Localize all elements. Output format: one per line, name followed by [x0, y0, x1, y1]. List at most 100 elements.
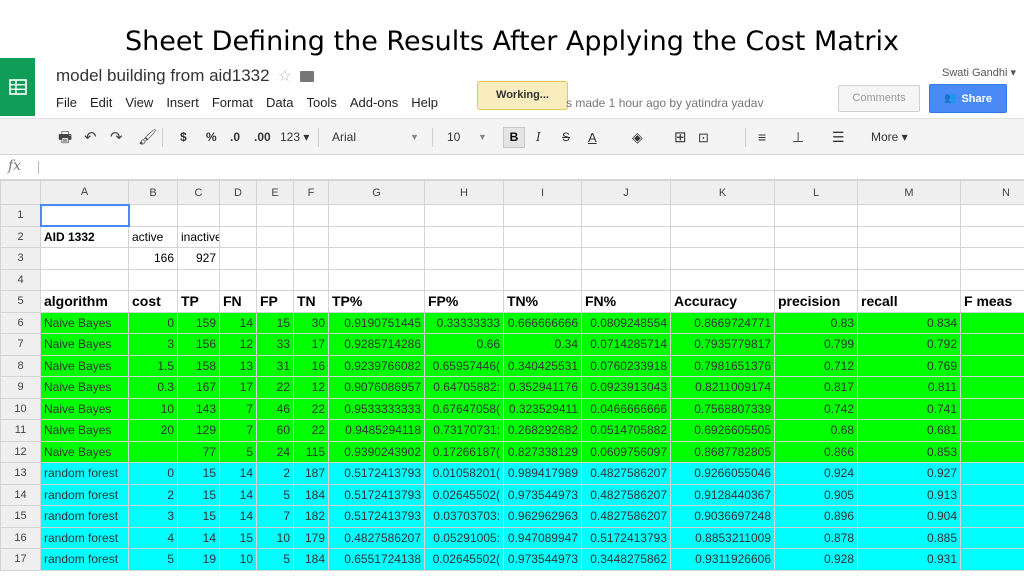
- font-size-dropdown[interactable]: 10: [447, 119, 460, 156]
- cell-e9[interactable]: 22: [256, 376, 294, 399]
- cell-g6[interactable]: 0.9190751445: [328, 311, 425, 334]
- cell-i3[interactable]: [503, 247, 582, 270]
- cell-g15[interactable]: 0.5172413793: [328, 505, 425, 528]
- cell-m4[interactable]: [857, 268, 961, 291]
- cell-b8[interactable]: 1.5: [128, 354, 178, 377]
- cell-e7[interactable]: 33: [256, 333, 294, 356]
- row-header[interactable]: 6: [0, 311, 41, 334]
- cell-j10[interactable]: 0.0466666666: [581, 397, 671, 420]
- cell-i11[interactable]: 0.268292682: [503, 419, 582, 442]
- column-header-a[interactable]: A: [40, 180, 129, 205]
- cell-n2[interactable]: [960, 225, 1024, 248]
- cell-m13[interactable]: 0.927: [857, 462, 961, 485]
- cell-b9[interactable]: 0.3: [128, 376, 178, 399]
- cell-b15[interactable]: 3: [128, 505, 178, 528]
- cell-i5[interactable]: TN%: [503, 290, 582, 313]
- document-title[interactable]: model building from aid1332: [56, 66, 270, 86]
- cell-g14[interactable]: 0.5172413793: [328, 483, 425, 506]
- column-header-b[interactable]: B: [128, 180, 178, 205]
- cell-c13[interactable]: 15: [177, 462, 220, 485]
- cell-k10[interactable]: 0.7568807339: [670, 397, 775, 420]
- cell-l1[interactable]: [774, 204, 858, 227]
- cell-j9[interactable]: 0.0923913043: [581, 376, 671, 399]
- cell-m10[interactable]: 0.741: [857, 397, 961, 420]
- cell-a17[interactable]: random forest: [40, 548, 129, 571]
- row-header[interactable]: 17: [0, 548, 41, 571]
- cell-c1[interactable]: [177, 204, 220, 227]
- menu-data[interactable]: Data: [266, 95, 293, 113]
- paint-format-icon[interactable]: 🖌: [138, 119, 157, 156]
- cell-j15[interactable]: 0.4827586207: [581, 505, 671, 528]
- cell-i2[interactable]: [503, 225, 582, 248]
- cell-j2[interactable]: [581, 225, 671, 248]
- comments-button[interactable]: Comments: [838, 85, 920, 112]
- cell-d7[interactable]: 12: [219, 333, 257, 356]
- cell-k6[interactable]: 0.8669724771: [670, 311, 775, 334]
- column-header-e[interactable]: E: [256, 180, 294, 205]
- cell-b14[interactable]: 2: [128, 483, 178, 506]
- cell-a6[interactable]: Naive Bayes: [40, 311, 129, 334]
- row-header[interactable]: 9: [0, 376, 41, 399]
- cell-g5[interactable]: TP%: [328, 290, 425, 313]
- cell-l8[interactable]: 0.712: [774, 354, 858, 377]
- column-header-j[interactable]: J: [581, 180, 671, 205]
- column-header-n[interactable]: N: [960, 180, 1024, 205]
- cell-n11[interactable]: [960, 419, 1024, 442]
- cell-h5[interactable]: FP%: [424, 290, 504, 313]
- cell-l11[interactable]: 0.68: [774, 419, 858, 442]
- cell-j13[interactable]: 0.4827586207: [581, 462, 671, 485]
- cell-a8[interactable]: Naive Bayes: [40, 354, 129, 377]
- cell-g9[interactable]: 0.9076086957: [328, 376, 425, 399]
- cell-m12[interactable]: 0.853: [857, 440, 961, 463]
- cell-n4[interactable]: [960, 268, 1024, 291]
- cell-g13[interactable]: 0.5172413793: [328, 462, 425, 485]
- cell-b5[interactable]: cost: [128, 290, 178, 313]
- cell-b12[interactable]: [128, 440, 178, 463]
- cell-n6[interactable]: [960, 311, 1024, 334]
- cell-m8[interactable]: 0.769: [857, 354, 961, 377]
- cell-j3[interactable]: [581, 247, 671, 270]
- cell-d13[interactable]: 14: [219, 462, 257, 485]
- increase-decimal-button[interactable]: .00: [254, 119, 271, 156]
- cell-k17[interactable]: 0.9311926606: [670, 548, 775, 571]
- cell-k3[interactable]: [670, 247, 775, 270]
- merge-cells-icon[interactable]: ⊡: [698, 119, 709, 156]
- cell-j7[interactable]: 0.0714285714: [581, 333, 671, 356]
- menu-edit[interactable]: Edit: [90, 95, 112, 113]
- cell-h14[interactable]: 0.02645502(: [424, 483, 504, 506]
- cell-k16[interactable]: 0.8853211009: [670, 526, 775, 549]
- cell-g16[interactable]: 0.4827586207: [328, 526, 425, 549]
- cell-f4[interactable]: [293, 268, 329, 291]
- cell-n15[interactable]: [960, 505, 1024, 528]
- cell-j8[interactable]: 0.0760233918: [581, 354, 671, 377]
- cell-n5[interactable]: F meas: [960, 290, 1024, 313]
- cell-l17[interactable]: 0.928: [774, 548, 858, 571]
- cell-g11[interactable]: 0.9485294118: [328, 419, 425, 442]
- cell-m3[interactable]: [857, 247, 961, 270]
- cell-c14[interactable]: 15: [177, 483, 220, 506]
- cell-h3[interactable]: [424, 247, 504, 270]
- cell-h4[interactable]: [424, 268, 504, 291]
- cell-f7[interactable]: 17: [293, 333, 329, 356]
- cell-c7[interactable]: 156: [177, 333, 220, 356]
- cell-i14[interactable]: 0.973544973: [503, 483, 582, 506]
- cell-b11[interactable]: 20: [128, 419, 178, 442]
- cell-a9[interactable]: Naive Bayes: [40, 376, 129, 399]
- row-header[interactable]: 8: [0, 354, 41, 377]
- cell-l10[interactable]: 0.742: [774, 397, 858, 420]
- cell-j14[interactable]: 0.4827586207: [581, 483, 671, 506]
- cell-a2[interactable]: AID 1332: [40, 225, 129, 248]
- row-header[interactable]: 16: [0, 526, 41, 549]
- print-icon[interactable]: 🖶: [58, 119, 72, 156]
- cell-j5[interactable]: FN%: [581, 290, 671, 313]
- cell-n7[interactable]: [960, 333, 1024, 356]
- cell-n3[interactable]: [960, 247, 1024, 270]
- cell-e3[interactable]: [256, 247, 294, 270]
- cell-l3[interactable]: [774, 247, 858, 270]
- cell-c17[interactable]: 19: [177, 548, 220, 571]
- cell-k4[interactable]: [670, 268, 775, 291]
- menu-insert[interactable]: Insert: [166, 95, 199, 113]
- cell-g10[interactable]: 0.9533333333: [328, 397, 425, 420]
- cell-c3[interactable]: 927: [177, 247, 220, 270]
- user-account[interactable]: Swati Gandhi ▾: [942, 66, 1016, 79]
